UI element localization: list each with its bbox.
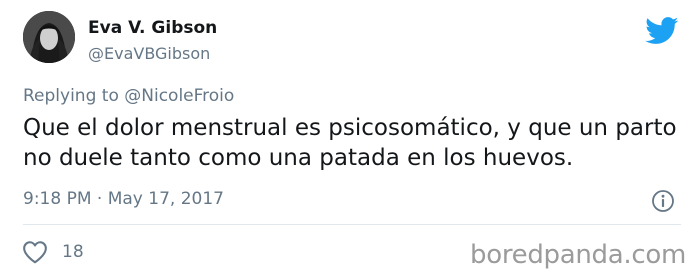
user-handle[interactable]: @EvaVBGibson — [88, 44, 210, 63]
tweet-text: Que el dolor menstrual es psicosomático,… — [23, 115, 677, 171]
twitter-bird-icon[interactable] — [645, 17, 679, 45]
watermark: boredpanda.com — [470, 240, 686, 270]
display-name[interactable]: Eva V. Gibson — [88, 18, 217, 38]
tweet-timestamp[interactable]: 9:18 PM · May 17, 2017 — [23, 189, 224, 209]
info-icon[interactable] — [651, 189, 675, 213]
divider — [23, 224, 681, 225]
like-count: 18 — [62, 242, 84, 262]
heart-icon[interactable] — [22, 240, 48, 264]
avatar[interactable] — [23, 11, 75, 63]
replying-prefix: Replying to — [23, 86, 119, 106]
avatar-image — [23, 11, 75, 63]
replying-to: Replying to @NicoleFroio — [23, 86, 234, 106]
replying-to-mention[interactable]: @NicoleFroio — [124, 86, 234, 106]
